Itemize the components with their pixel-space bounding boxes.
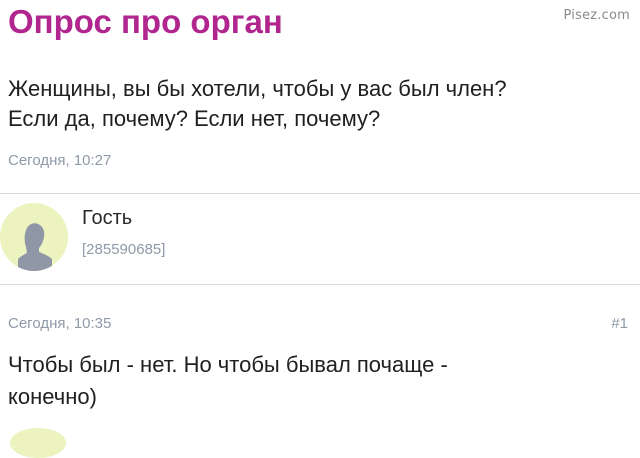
user-silhouette-icon bbox=[18, 223, 52, 271]
avatar[interactable] bbox=[0, 203, 68, 271]
topic-title: Опрос про орган bbox=[8, 3, 283, 40]
author-id: [285590685] bbox=[82, 241, 166, 258]
reply-number-link[interactable]: #1 bbox=[611, 315, 628, 332]
author-name[interactable]: Гость bbox=[82, 207, 132, 230]
divider bbox=[0, 193, 640, 194]
topic-question: Женщины, вы бы хотели, чтобы у вас был ч… bbox=[8, 74, 628, 134]
divider bbox=[0, 284, 640, 285]
reply-date: Сегодня, 10:35 bbox=[8, 315, 112, 332]
reply-text: Чтобы был - нет. Но чтобы бывал почаще -… bbox=[8, 349, 628, 413]
next-avatar bbox=[10, 428, 66, 458]
question-line: Женщины, вы бы хотели, чтобы у вас был ч… bbox=[8, 76, 507, 101]
reply-line: конечно) bbox=[8, 384, 97, 409]
watermark: Pisez.com bbox=[563, 8, 630, 23]
question-line: Если да, почему? Если нет, почему? bbox=[8, 106, 381, 131]
topic-date: Сегодня, 10:27 bbox=[8, 152, 112, 169]
reply-line: Чтобы был - нет. Но чтобы бывал почаще - bbox=[8, 352, 448, 377]
